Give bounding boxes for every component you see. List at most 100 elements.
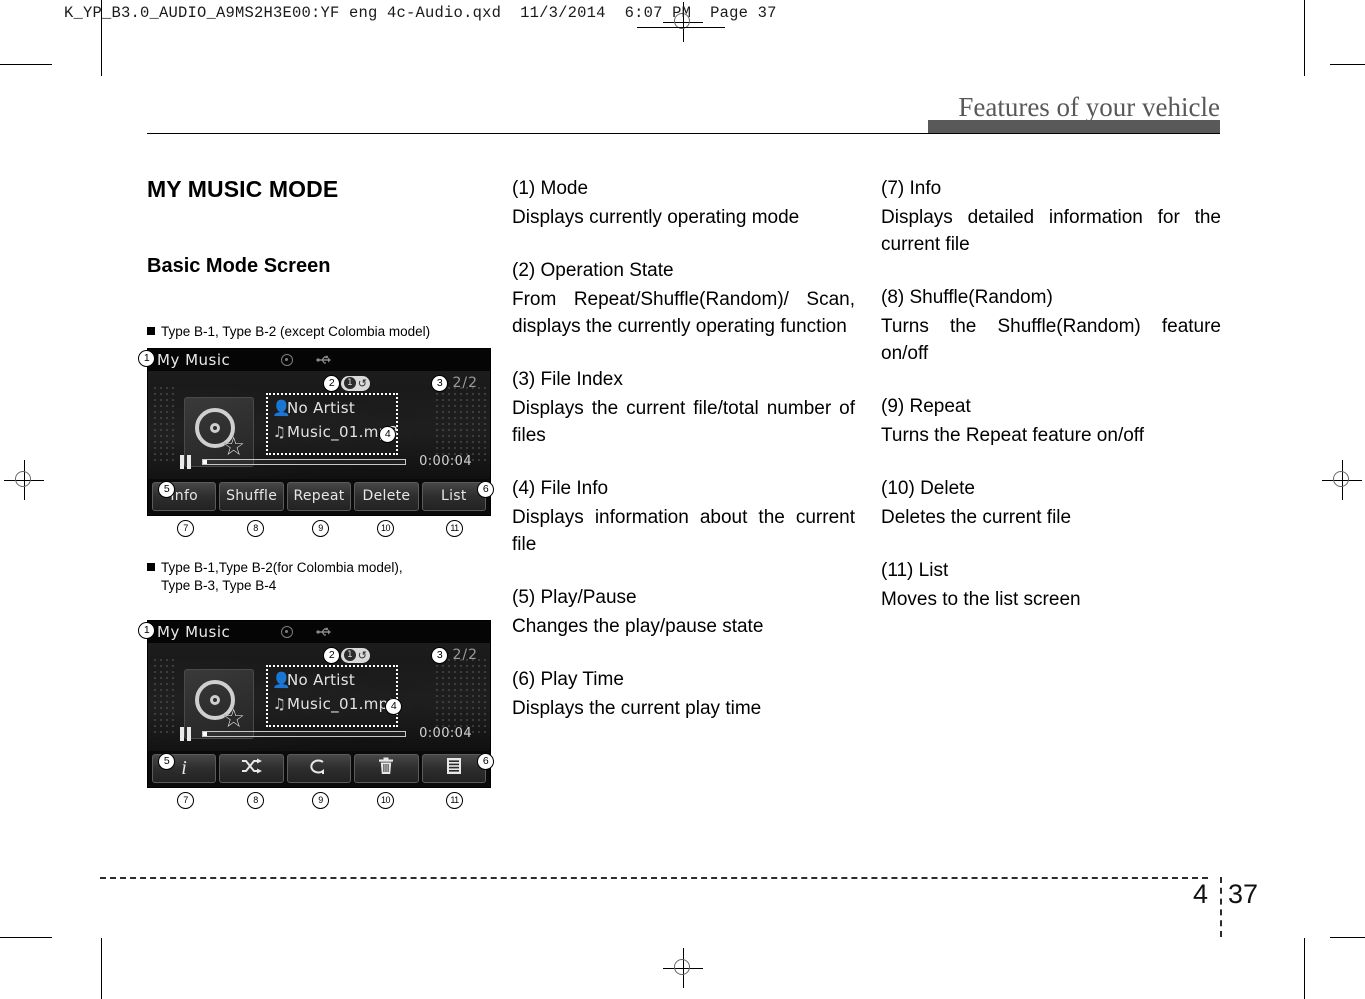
page-number: 37 (1228, 879, 1259, 909)
repeat-icon (309, 758, 329, 779)
pause-icon[interactable] (179, 454, 192, 469)
entry-desc: Displays information about the current f… (512, 506, 855, 555)
screen-1-shuffle-button[interactable]: Shuffle (219, 481, 284, 511)
entry-term: (5) Play/Pause (512, 586, 637, 608)
entry-desc: Turns the Repeat feature on/off (881, 424, 1145, 446)
figure-2-caption-text-line2: Type B-3, Type B-4 (161, 578, 277, 594)
figure-1-wrapper: My Music 1 ↺ 2/2 ☆ 👤No Artist ♫Music_01.… (138, 347, 494, 537)
entry-desc: Deletes the current file (881, 506, 1072, 528)
progress-knob[interactable] (203, 731, 207, 736)
print-slug-line: K_YP_B3.0_AUDIO_A9MS2H3E00:YF eng 4c-Aud… (64, 4, 777, 22)
callout-2: 2 (323, 646, 340, 664)
entry-term: (1) Mode (512, 178, 589, 199)
figure-1-caption: Type B-1, Type B-2 (except Colombia mode… (147, 305, 487, 341)
screen-2-track-text: Music_01.mp3 (287, 694, 399, 713)
screen-2-file-index: 2/2 (452, 646, 478, 663)
entry-term: (7) Info (881, 178, 942, 199)
left-column: MY MUSIC MODE Basic Mode Screen Type B-1… (138, 176, 494, 809)
screen-1-play-time: 0:00:04 (419, 453, 472, 469)
callout-3: 3 (431, 374, 448, 392)
list-icon-svg (446, 758, 461, 775)
screen-2-delete-button[interactable] (354, 753, 419, 783)
screen-2-mode-title: My Music (157, 622, 231, 641)
entry-term: (9) Repeat (881, 395, 971, 417)
entry-desc: Displays detailed information for the cu… (881, 206, 1221, 255)
entry-term: (3) File Index (512, 368, 623, 390)
middle-column: (1) Mode Displays currently operating mo… (512, 176, 855, 749)
crop-mark-bottom-left-horizontal (0, 937, 52, 938)
entry-desc: From Repeat/Shuffle(Random)/ Scan, displ… (512, 288, 855, 337)
screen-1-play-bar: 0:00:04 (148, 451, 490, 473)
callout-5: 5 (158, 752, 175, 770)
callout-6: 6 (477, 752, 494, 770)
chapter-number: 4 (1193, 879, 1209, 909)
repeat-one-badge: 1 ↺ (340, 375, 370, 391)
callout-1: 1 (138, 349, 155, 367)
progress-bar[interactable] (202, 458, 406, 465)
registration-mark-right (1322, 460, 1362, 500)
running-head-rule (147, 133, 1220, 134)
list-icon (446, 757, 462, 779)
callout-6: 6 (477, 480, 494, 498)
my-music-screen-type-b1-b2: My Music 1 ↺ 2/2 ☆ 👤No Artist ♫Music_01.… (147, 347, 491, 516)
entry-desc: Moves to the list screen (881, 588, 1081, 610)
repeat-one-badge: 1 ↺ (340, 647, 370, 663)
right-column: (7) Info Displays detailed information f… (881, 176, 1221, 640)
screen-1-artist-text: No Artist (287, 398, 356, 417)
running-head-title: Features of your vehicle (958, 92, 1220, 122)
entry-term: (2) Operation State (512, 259, 674, 281)
entry-desc: Displays currently operating mode (512, 206, 800, 228)
callout-7: 7 (177, 791, 194, 809)
page-title: MY MUSIC MODE (147, 176, 339, 202)
figure-2-caption-text: Type B-1,Type B-2(for Colombia model), (161, 560, 403, 576)
entry-term: (11) List (881, 559, 949, 581)
entry-term: (10) Delete (881, 477, 975, 499)
screen-1-button-bar: Info Shuffle Repeat Delete List (148, 478, 490, 515)
screen-2-shuffle-button[interactable] (219, 753, 284, 783)
my-music-screen-type-b1-b2-colombia-b3-b4: My Music 1 ↺ 2/2 ☆ 👤No Artist ♫Music_01.… (147, 619, 491, 788)
repeat-icon-svg (310, 759, 325, 774)
crop-mark-bottom-right-horizontal (1330, 937, 1365, 938)
screen-2-track-line: ♫Music_01.mp3 (272, 695, 398, 713)
footer-dashed-rule-vertical (1220, 877, 1222, 937)
screen-2-play-bar: 0:00:04 (148, 723, 490, 745)
callout-8: 8 (247, 791, 264, 809)
entry-delete: (10) Delete Deletes the current file (881, 476, 1221, 532)
progress-knob[interactable] (203, 459, 207, 464)
callout-9: 9 (312, 791, 329, 809)
entry-list: (11) List Moves to the list screen (881, 558, 1221, 614)
screen-1-artist-line: 👤No Artist (272, 399, 355, 417)
crop-mark-bottom-left-vertical (101, 938, 102, 999)
square-bullet-icon (147, 563, 155, 572)
pause-icon[interactable] (179, 726, 192, 741)
callout-4: 4 (385, 697, 402, 715)
entry-operation-state: (2) Operation State From Repeat/Shuffle(… (512, 258, 855, 341)
entry-play-pause: (5) Play/Pause Changes the play/pause st… (512, 585, 855, 641)
figure-2-caption: Type B-1,Type B-2(for Colombia model), T… (147, 542, 487, 613)
registration-mark-left (4, 460, 44, 500)
screen-1-repeat-button[interactable]: Repeat (286, 481, 352, 511)
repeat-one-number: 1 (343, 377, 356, 390)
progress-bar[interactable] (202, 730, 406, 737)
entry-mode: (1) Mode Displays currently operating mo… (512, 176, 855, 232)
print-slug-underline (637, 27, 725, 28)
music-note-icon: ♫ (272, 694, 287, 713)
sub-heading: Basic Mode Screen (147, 255, 331, 277)
disc-icon (281, 625, 293, 638)
person-icon: 👤 (272, 398, 291, 417)
repeat-one-number: 1 (343, 649, 356, 662)
entry-term: (8) Shuffle(Random) (881, 286, 1053, 308)
repeat-loop-icon: ↺ (357, 376, 367, 390)
usb-icon-svg (316, 355, 331, 364)
entry-desc: Displays the current play time (512, 697, 762, 719)
entry-info: (7) Info Displays detailed information f… (881, 176, 1221, 259)
entry-repeat: (9) Repeat Turns the Repeat feature on/o… (881, 394, 1221, 450)
info-icon: i (181, 757, 188, 780)
screen-1-delete-button[interactable]: Delete (354, 481, 419, 511)
screen-1-list-button[interactable]: List (421, 481, 487, 511)
figure-1-caption-text: Type B-1, Type B-2 (except Colombia mode… (161, 323, 431, 339)
usb-icon-svg (316, 627, 331, 636)
disc-icon (281, 353, 293, 366)
screen-2-repeat-button[interactable] (286, 753, 352, 783)
callout-5: 5 (158, 480, 175, 498)
